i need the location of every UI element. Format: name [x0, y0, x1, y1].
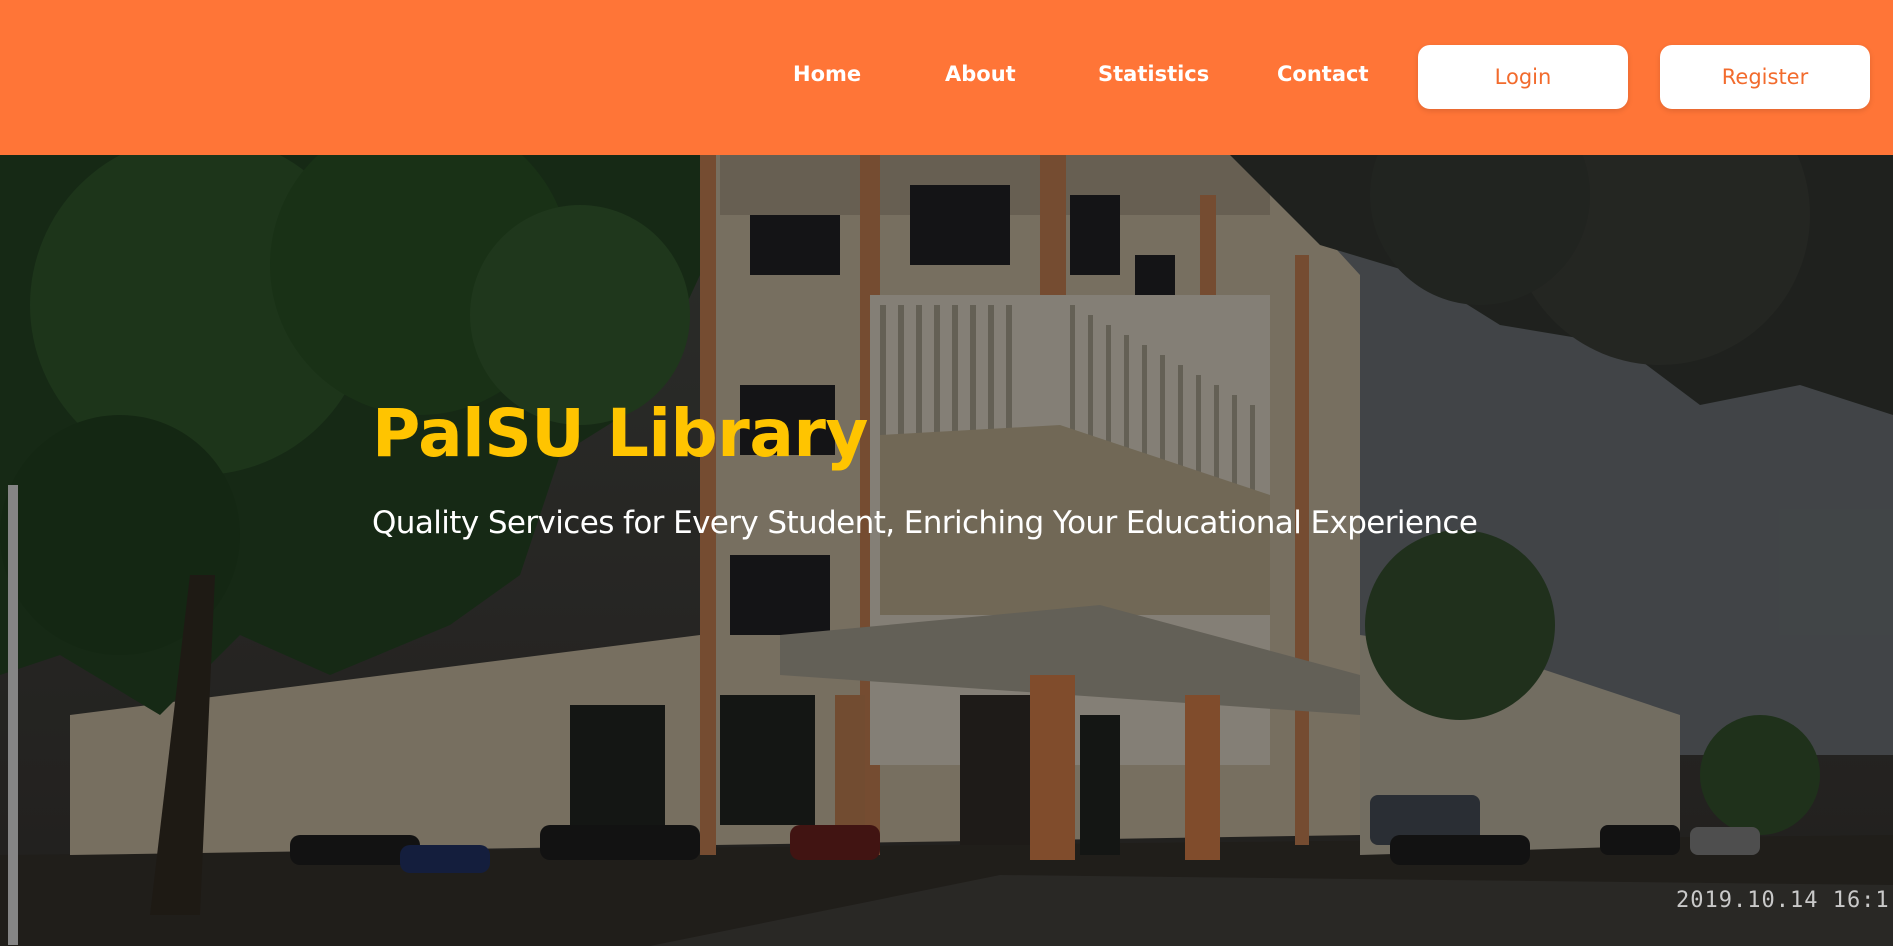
- hero-section: PalSU Library Quality Services for Every…: [0, 155, 1893, 946]
- hero-dark-overlay: [0, 155, 1893, 946]
- top-navbar: Home About Statistics Contact Login Regi…: [0, 0, 1893, 155]
- nav-link-statistics[interactable]: Statistics: [1098, 62, 1209, 86]
- hero-title: PalSU Library: [372, 395, 868, 472]
- hero-subtitle: Quality Services for Every Student, Enri…: [372, 505, 1478, 541]
- nav-link-contact[interactable]: Contact: [1277, 62, 1369, 86]
- login-button[interactable]: Login: [1418, 45, 1628, 109]
- photo-timestamp: 2019.10.14 16:1: [1676, 888, 1890, 913]
- nav-link-about[interactable]: About: [945, 62, 1016, 86]
- nav-link-home[interactable]: Home: [793, 62, 861, 86]
- register-button[interactable]: Register: [1660, 45, 1870, 109]
